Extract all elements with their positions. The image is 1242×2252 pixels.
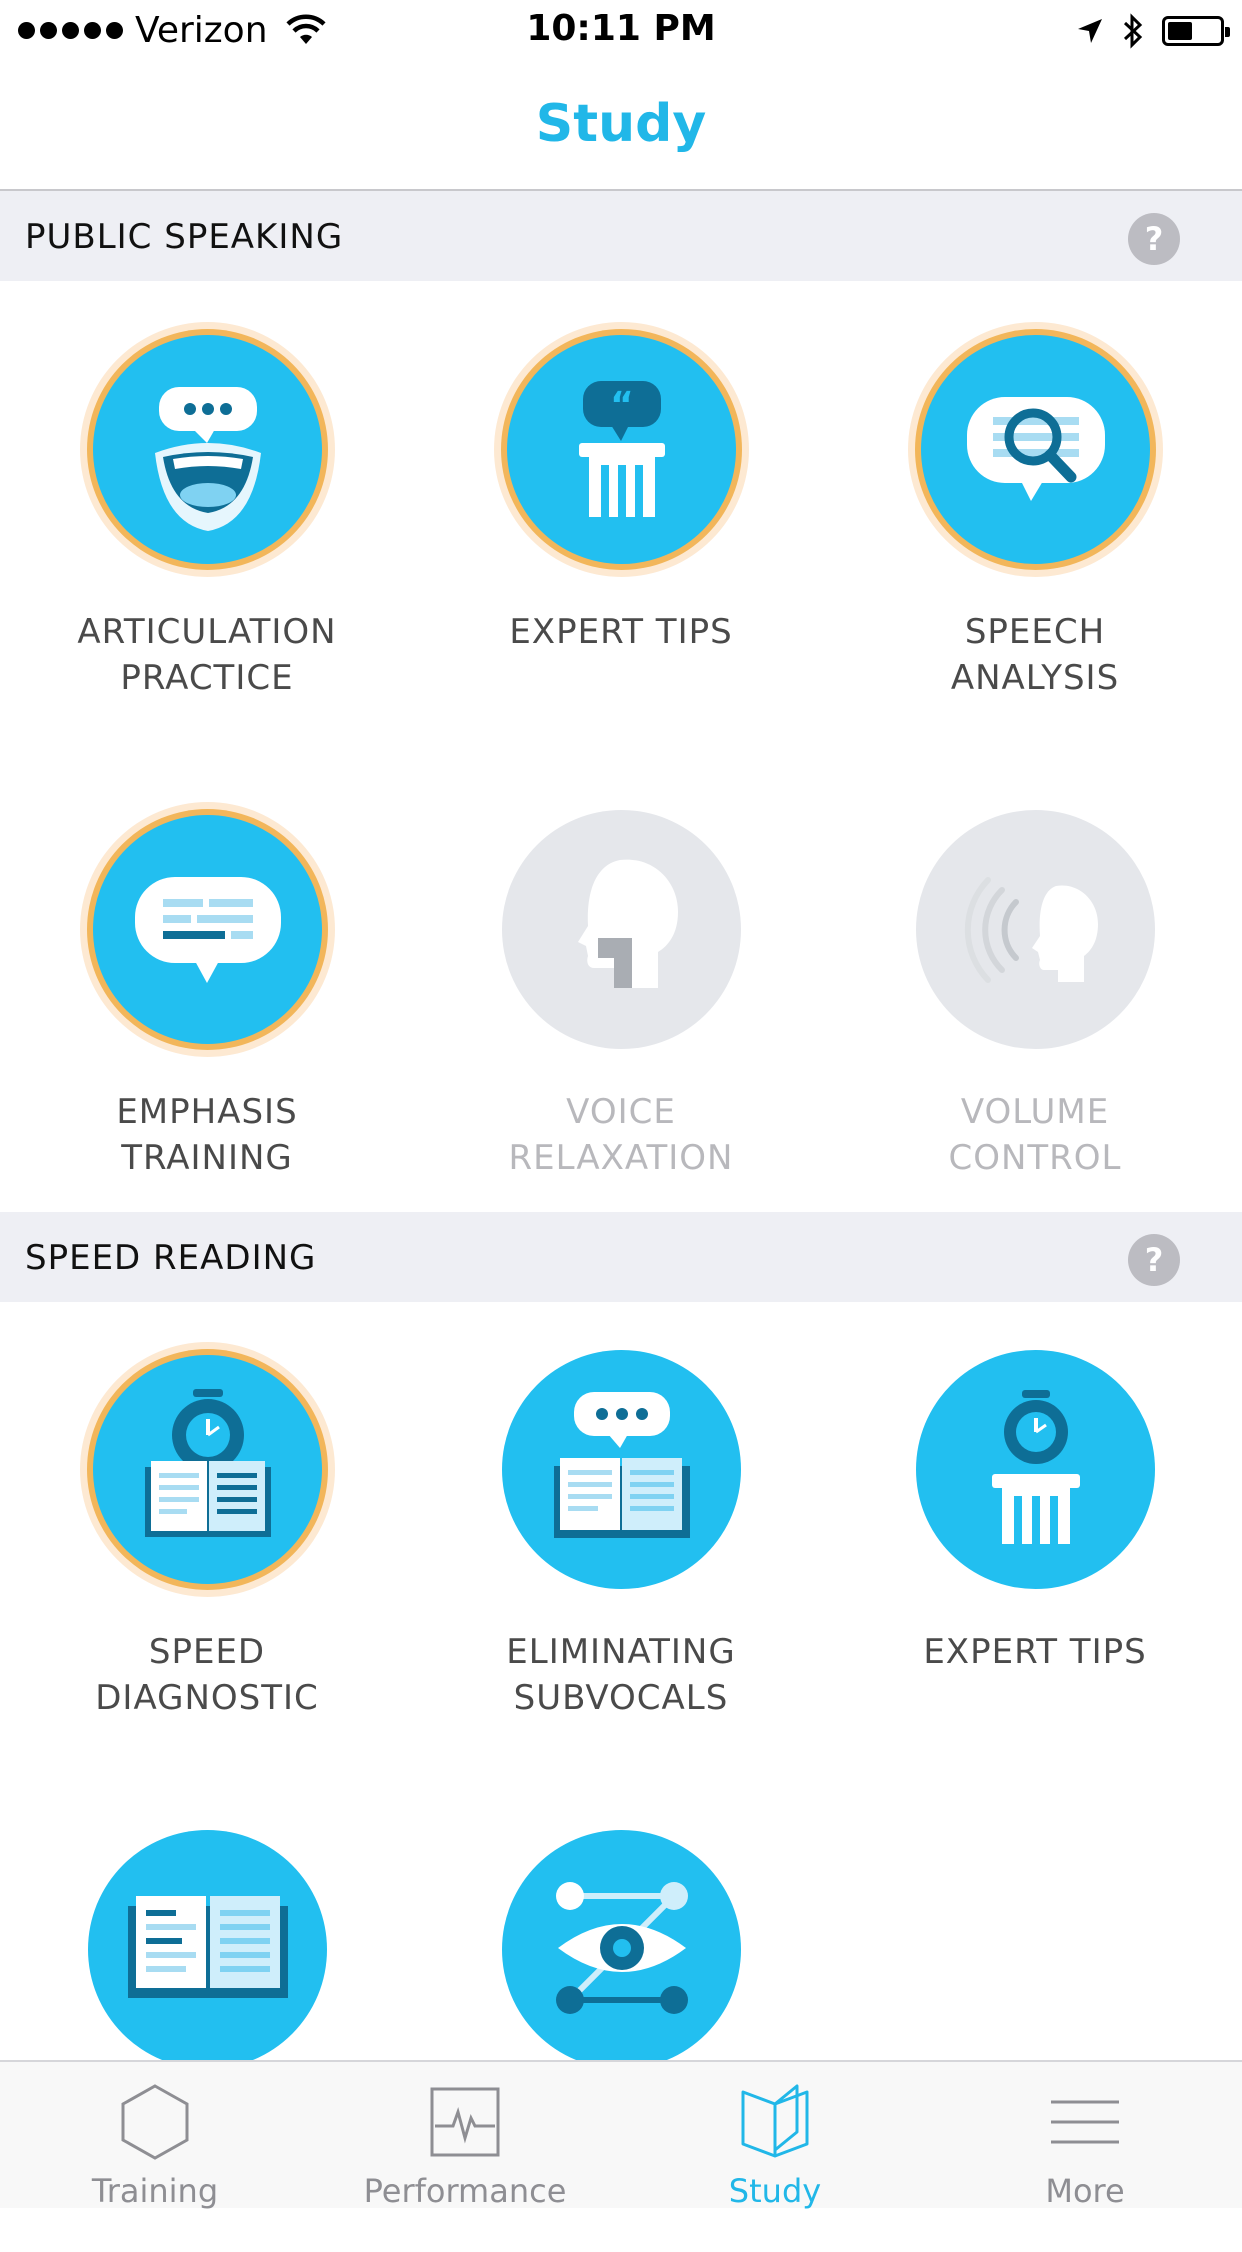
item-label-line1: VOICE	[566, 1092, 676, 1132]
item-label-line2: SUBVOCALS	[513, 1678, 729, 1718]
study-item-eliminating-subvocals[interactable]: ELIMINATING SUBVOCALS	[414, 1342, 828, 1772]
menu-lines-icon	[1051, 2100, 1119, 2144]
stopwatch-book-icon	[93, 1355, 322, 1584]
page-title: Study	[535, 94, 707, 154]
open-book-tab-icon	[741, 2084, 809, 2158]
study-item-articulation-practice[interactable]: ARTICULATION PRACTICE	[0, 322, 414, 752]
item-label-line2: PRACTICE	[120, 658, 294, 698]
navigation-bar: Study	[0, 60, 1242, 191]
tab-label: Performance	[363, 2172, 567, 2210]
section-title: PUBLIC SPEAKING	[25, 217, 344, 257]
section-header-public-speaking: PUBLIC SPEAKING ?	[0, 191, 1242, 281]
item-label-line1: EXPERT TIPS	[509, 612, 733, 652]
battery-icon	[1162, 16, 1230, 46]
study-item-speed-diagnostic[interactable]: SPEED DIAGNOSTIC	[0, 1342, 414, 1772]
tab-label: Study	[728, 2172, 822, 2210]
item-label-line1: VOLUME	[960, 1092, 1110, 1132]
item-label-line1: EMPHASIS	[116, 1092, 298, 1132]
bluetooth-icon	[1123, 13, 1143, 49]
item-label-line1: ELIMINATING	[506, 1632, 736, 1672]
svg-text:“: “	[610, 385, 634, 426]
articulation-mouth-icon	[93, 335, 322, 564]
item-label-line2: RELAXATION	[508, 1138, 734, 1178]
help-button[interactable]: ?	[1128, 213, 1180, 265]
tab-label: More	[1045, 2172, 1125, 2210]
item-label-line2: DIAGNOSTIC	[95, 1678, 319, 1718]
item-label-line2: CONTROL	[948, 1138, 1122, 1178]
expert-tips-pillar-icon: “	[507, 335, 736, 564]
tab-performance[interactable]: Performance	[310, 2062, 620, 2210]
status-bar: Verizon 10:11 PM	[0, 0, 1242, 60]
status-bar-right	[1076, 10, 1230, 52]
voice-head-throat-icon	[502, 810, 741, 1049]
help-button[interactable]: ?	[1128, 1234, 1180, 1286]
tab-label: Training	[91, 2172, 219, 2210]
study-item-voice-relaxation[interactable]: VOICE RELAXATION	[414, 802, 828, 1232]
item-label-line1: ARTICULATION	[77, 612, 337, 652]
emphasis-speech-bubble-icon	[93, 815, 322, 1044]
item-label-line2: TRAINING	[121, 1138, 293, 1178]
pulse-chart-icon	[430, 2087, 500, 2157]
status-time: 10:11 PM	[526, 8, 716, 49]
speech-analysis-magnifier-icon	[921, 335, 1150, 564]
section-header-speed-reading: SPEED READING ?	[0, 1212, 1242, 1302]
item-label-line2: ANALYSIS	[950, 658, 1120, 698]
item-label-line1: SPEED	[148, 1632, 266, 1672]
tab-bar: Training Performance Study More	[0, 2060, 1242, 2210]
section-title: SPEED READING	[25, 1238, 317, 1278]
tab-training[interactable]: Training	[0, 2062, 310, 2210]
study-item-volume-control[interactable]: VOLUME CONTROL	[828, 802, 1242, 1232]
study-item-emphasis-training[interactable]: EMPHASIS TRAINING	[0, 802, 414, 1232]
item-label-line1: EXPERT TIPS	[923, 1632, 1147, 1672]
stopwatch-pillar-icon	[916, 1350, 1155, 1589]
volume-head-soundwaves-icon	[916, 810, 1155, 1049]
eye-path-icon	[502, 1830, 741, 2069]
study-item-speech-analysis[interactable]: SPEECH ANALYSIS	[828, 322, 1242, 752]
study-item-expert-tips-speed[interactable]: EXPERT TIPS	[828, 1342, 1242, 1772]
tab-study[interactable]: Study	[620, 2062, 930, 2210]
hexagon-icon	[121, 2084, 189, 2160]
item-label-line1: SPEECH	[964, 612, 1106, 652]
book-speech-bubble-icon	[502, 1350, 741, 1589]
tab-more[interactable]: More	[930, 2062, 1240, 2210]
open-book-icon	[88, 1830, 327, 2069]
study-item-expert-tips[interactable]: “ EXPERT TIPS	[414, 322, 828, 752]
location-arrow-icon	[1078, 19, 1102, 43]
